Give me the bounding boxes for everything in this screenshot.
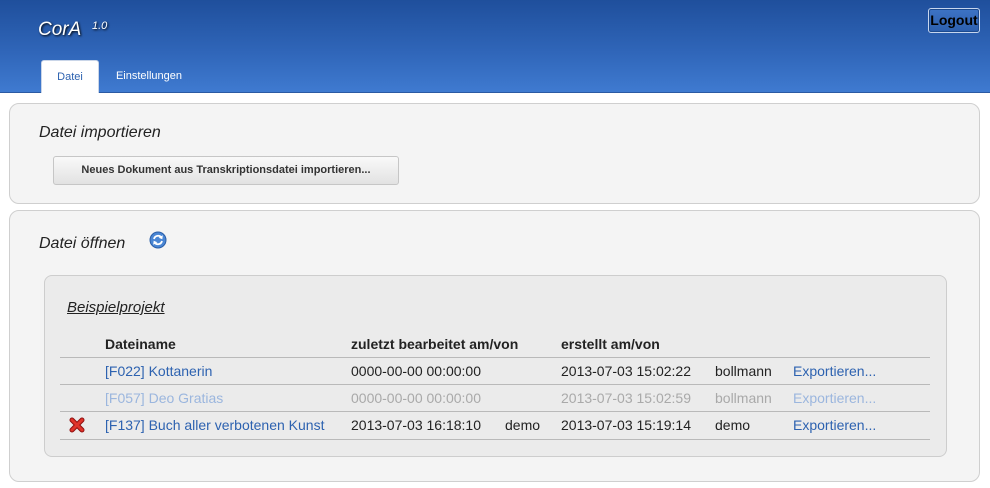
file-link[interactable]: [F022] Kottanerin bbox=[105, 363, 212, 379]
export-link[interactable]: Exportieren... bbox=[793, 363, 876, 379]
column-header-filename: Dateiname bbox=[105, 336, 176, 352]
import-document-button[interactable]: Neues Dokument aus Transkriptionsdatei i… bbox=[53, 156, 399, 185]
app-version: 1.0 bbox=[92, 20, 108, 32]
app-title: CorA bbox=[38, 19, 82, 40]
table-row: [F137] Buch aller verbotenen Kunst 2013-… bbox=[60, 412, 930, 439]
tab-datei[interactable]: Datei bbox=[41, 60, 99, 93]
project-box: Beispielprojekt Dateiname zuletzt bearbe… bbox=[44, 275, 947, 457]
created-at: 2013-07-03 15:19:14 bbox=[561, 417, 691, 433]
import-title: Datei importieren bbox=[39, 124, 161, 141]
edited-at: 2013-07-03 16:18:10 bbox=[351, 417, 481, 433]
column-header-last-edited: zuletzt bearbeitet am/von bbox=[351, 336, 519, 352]
refresh-icon[interactable] bbox=[149, 231, 167, 249]
created-by: bollmann bbox=[715, 390, 772, 406]
tab-einstellungen[interactable]: Einstellungen bbox=[103, 60, 195, 93]
app-header: CorA 1.0 Logout Datei Einstellungen bbox=[0, 0, 990, 93]
edited-by: demo bbox=[505, 417, 541, 433]
export-link[interactable]: Exportieren... bbox=[793, 390, 876, 406]
created-by: demo bbox=[715, 417, 751, 433]
file-link[interactable]: [F137] Buch aller verbotenen Kunst bbox=[105, 417, 324, 433]
created-at: 2013-07-03 15:02:22 bbox=[561, 363, 691, 379]
open-file-title: Datei öffnen bbox=[39, 235, 126, 252]
project-name: Beispielprojekt bbox=[67, 299, 165, 316]
file-link[interactable]: [F057] Deo Gratias bbox=[105, 390, 223, 406]
import-panel: Datei importieren Neues Dokument aus Tra… bbox=[9, 103, 980, 204]
delete-icon[interactable] bbox=[69, 417, 85, 433]
edited-at: 0000-00-00 00:00:00 bbox=[351, 390, 481, 406]
table-divider bbox=[60, 439, 930, 440]
column-header-created: erstellt am/von bbox=[561, 336, 660, 352]
export-link[interactable]: Exportieren... bbox=[793, 417, 876, 433]
created-by: bollmann bbox=[715, 363, 772, 379]
open-file-panel: Datei öffnen Beispielprojekt Dateiname z… bbox=[9, 210, 980, 482]
edited-at: 0000-00-00 00:00:00 bbox=[351, 363, 481, 379]
table-row: [F057] Deo Gratias 0000-00-00 00:00:00 2… bbox=[60, 385, 930, 412]
table-row: [F022] Kottanerin 0000-00-00 00:00:00 20… bbox=[60, 358, 930, 385]
created-at: 2013-07-03 15:02:59 bbox=[561, 390, 691, 406]
logout-button[interactable]: Logout bbox=[928, 8, 980, 33]
